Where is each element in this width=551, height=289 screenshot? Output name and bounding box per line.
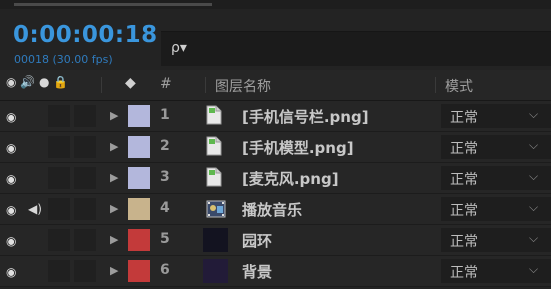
tag-icon[interactable]: ◆ [125,75,136,91]
blend-mode-value: 正常 [450,234,478,250]
expand-triangle-icon[interactable]: ▶ [110,233,118,246]
label-color-swatch[interactable] [128,198,150,220]
blend-mode-value: 正常 [450,110,478,126]
mode-column-header[interactable]: 模式 [445,76,473,96]
label-color-swatch[interactable] [128,229,150,251]
layer-row[interactable]: ◉ ▶ 5 园环 正常 ⌵ [0,225,551,256]
layer-name[interactable]: 播放音乐 [242,199,302,220]
solo-switch[interactable] [48,167,70,189]
blend-mode-dropdown[interactable]: 正常 ⌵ [441,135,551,159]
layer-number: 2 [160,138,170,154]
label-color-swatch[interactable] [128,136,150,158]
layer-number: 6 [160,262,170,278]
frame-count: 00018 (30.00 fps) [14,53,113,66]
layer-name-column-header[interactable]: 图层名称 [215,76,271,96]
visibility-eye-icon[interactable]: ◉ [6,172,16,186]
blend-mode-value: 正常 [450,172,478,188]
layer-row[interactable]: ◉ ▶ 2 [手机模型.png] 正常 ⌵ [0,132,551,163]
visibility-eye-icon[interactable]: ◉ [6,234,16,248]
chevron-down-icon[interactable]: ⌵ [529,231,538,246]
solo-switch[interactable] [48,198,70,220]
solid-thumbnail [203,228,228,252]
timeline-header: 0:00:00:18 00018 (30.00 fps) ρ▾ [0,9,551,70]
layer-name[interactable]: [手机模型.png] [242,137,354,158]
layer-name[interactable]: [手机信号栏.png] [242,106,369,127]
label-color-swatch[interactable] [128,260,150,282]
label-color-swatch[interactable] [128,105,150,127]
expand-triangle-icon[interactable]: ▶ [110,109,118,122]
blend-mode-value: 正常 [450,265,478,281]
solo-switch[interactable] [48,136,70,158]
layer-number: 3 [160,169,170,185]
search-icon[interactable]: ρ▾ [171,40,187,56]
layer-row[interactable]: ◉ ▶ 6 背景 正常 ⌵ [0,256,551,287]
solo-switch[interactable] [48,105,70,127]
lock-switch[interactable] [74,198,96,220]
blend-mode-dropdown[interactable]: 正常 ⌵ [441,197,551,221]
png-file-icon [206,167,222,187]
lock-switch[interactable] [74,229,96,251]
expand-triangle-icon[interactable]: ▶ [110,264,118,277]
column-header: ◉ 🔊 ● 🔒 ◆ # 图层名称 模式 [0,70,551,101]
chevron-down-icon[interactable]: ⌵ [529,169,538,184]
layer-name[interactable]: 背景 [242,261,272,282]
chevron-down-icon[interactable]: ⌵ [529,262,538,277]
layer-number: 1 [160,107,170,123]
top-strip [0,0,551,9]
label-color-swatch[interactable] [128,167,150,189]
layer-row[interactable]: ◉ ◀) ▶ 4 播放音乐 正常 ⌵ [0,194,551,225]
blend-mode-dropdown[interactable]: 正常 ⌵ [441,259,551,283]
layer-number: 5 [160,231,170,247]
chevron-down-icon[interactable]: ⌵ [529,107,538,122]
chevron-down-icon[interactable]: ⌵ [529,138,538,153]
audio-speaker-icon[interactable]: ◀) [28,202,42,216]
layer-row[interactable]: ◉ ▶ 1 [手机信号栏.png] 正常 ⌵ [0,101,551,132]
visibility-eye-icon[interactable]: ◉ [6,265,16,279]
solo-switch[interactable] [48,229,70,251]
png-file-icon [206,105,222,125]
timeline-tab-bar[interactable] [14,3,212,6]
lock-switch[interactable] [74,136,96,158]
chevron-down-icon[interactable]: ⌵ [529,200,538,215]
lock-switch[interactable] [74,105,96,127]
layer-row[interactable]: ◉ ▶ 3 [麦克风.png] 正常 ⌵ [0,163,551,194]
png-file-icon [206,136,222,156]
visibility-eye-icon[interactable]: ◉ [6,110,16,124]
blend-mode-dropdown[interactable]: 正常 ⌵ [441,104,551,128]
visibility-eye-icon[interactable]: ◉ [6,141,16,155]
solid-thumbnail [203,259,228,283]
blend-mode-value: 正常 [450,203,478,219]
column-separator [435,77,436,93]
precomp-icon [206,200,226,218]
timecode-display[interactable]: 0:00:00:18 [13,22,158,48]
visibility-eye-icon[interactable]: ◉ [6,203,16,217]
layer-name[interactable]: 园环 [242,230,272,251]
blend-mode-value: 正常 [450,141,478,157]
lock-switch[interactable] [74,167,96,189]
expand-triangle-icon[interactable]: ▶ [110,140,118,153]
layer-number: 4 [160,200,170,216]
layer-name[interactable]: [麦克风.png] [242,168,339,189]
blend-mode-dropdown[interactable]: 正常 ⌵ [441,166,551,190]
lock-switch[interactable] [74,260,96,282]
blend-mode-dropdown[interactable]: 正常 ⌵ [441,228,551,252]
search-input[interactable]: ρ▾ [161,31,551,66]
column-separator [101,77,102,93]
av-switches-icons[interactable]: ◉ 🔊 ● 🔒 [6,75,68,89]
solo-switch[interactable] [48,260,70,282]
expand-triangle-icon[interactable]: ▶ [110,202,118,215]
column-separator [205,77,206,93]
expand-triangle-icon[interactable]: ▶ [110,171,118,184]
number-column-header: # [160,76,172,92]
